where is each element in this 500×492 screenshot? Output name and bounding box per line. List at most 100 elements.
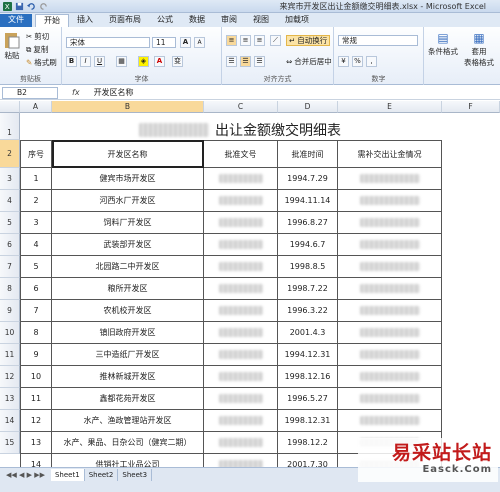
- cell-payment[interactable]: [338, 212, 442, 234]
- cell-name[interactable]: 健宾市场开发区: [52, 168, 204, 190]
- row-header[interactable]: 5: [0, 212, 20, 234]
- orientation-button[interactable]: ⟋: [270, 35, 281, 46]
- cell-approval-date[interactable]: 2001.4.3: [278, 322, 338, 344]
- cell-payment[interactable]: [338, 322, 442, 344]
- name-box[interactable]: B2: [2, 86, 58, 99]
- cell-approval-no[interactable]: [204, 432, 278, 454]
- column-header-d[interactable]: D: [278, 101, 338, 113]
- row-header[interactable]: 13: [0, 388, 20, 410]
- cell-approval-no[interactable]: [204, 388, 278, 410]
- cell-approval-date[interactable]: 1994.6.7: [278, 234, 338, 256]
- row-header[interactable]: 1: [0, 113, 20, 140]
- font-color-button[interactable]: A: [154, 56, 165, 67]
- column-header-c[interactable]: C: [204, 101, 278, 113]
- format-as-table-button[interactable]: ▦ 套用 表格格式: [464, 31, 494, 68]
- font-name-select[interactable]: 宋体: [66, 37, 150, 48]
- save-icon[interactable]: [15, 2, 24, 11]
- sheet-tab-2[interactable]: Sheet2: [85, 468, 119, 481]
- row-header[interactable]: 7: [0, 256, 20, 278]
- cell-approval-no[interactable]: [204, 344, 278, 366]
- header-cell-approval-no[interactable]: 批准文号: [204, 140, 278, 168]
- cell-no[interactable]: 11: [20, 388, 52, 410]
- cell-name[interactable]: 农机校开发区: [52, 300, 204, 322]
- cell-approval-date[interactable]: 1996.5.27: [278, 388, 338, 410]
- row-header[interactable]: 8: [0, 278, 20, 300]
- currency-button[interactable]: ¥: [338, 56, 349, 67]
- cell-name[interactable]: 鑫都花苑开发区: [52, 388, 204, 410]
- cell-approval-date[interactable]: 1996.8.27: [278, 212, 338, 234]
- cell-name[interactable]: 水产、渔政管理站开发区: [52, 410, 204, 432]
- tab-home[interactable]: 开始: [35, 14, 69, 27]
- align-left-button[interactable]: ☰: [226, 56, 237, 67]
- middle-align-button[interactable]: ≡: [240, 35, 251, 46]
- cell-approval-no[interactable]: [204, 322, 278, 344]
- tab-formulas[interactable]: 公式: [149, 14, 181, 27]
- cell-approval-no[interactable]: [204, 190, 278, 212]
- cell-payment[interactable]: [338, 344, 442, 366]
- cell-payment[interactable]: [338, 410, 442, 432]
- cell-payment[interactable]: [338, 278, 442, 300]
- paste-button[interactable]: 粘贴: [4, 31, 20, 61]
- cell-approval-no[interactable]: [204, 256, 278, 278]
- tab-file[interactable]: 文件: [0, 14, 32, 27]
- row-header[interactable]: 10: [0, 322, 20, 344]
- cell-approval-date[interactable]: 1996.3.22: [278, 300, 338, 322]
- cell-no[interactable]: 2: [20, 190, 52, 212]
- bottom-align-button[interactable]: ≡: [254, 35, 265, 46]
- select-all-corner[interactable]: [0, 101, 20, 113]
- align-center-button[interactable]: ☰: [240, 56, 251, 67]
- formula-input[interactable]: 开发区名称: [94, 87, 134, 98]
- cell-no[interactable]: 3: [20, 212, 52, 234]
- redo-icon[interactable]: [39, 2, 48, 11]
- header-cell-approval-date[interactable]: 批准时间: [278, 140, 338, 168]
- row-header[interactable]: 4: [0, 190, 20, 212]
- cell-approval-no[interactable]: [204, 366, 278, 388]
- cell-payment[interactable]: [338, 190, 442, 212]
- cell-no[interactable]: 7: [20, 300, 52, 322]
- copy-button[interactable]: ⧉ 复制: [26, 44, 48, 55]
- comma-button[interactable]: ,: [366, 56, 377, 67]
- column-header-f[interactable]: F: [442, 101, 500, 113]
- tab-addins[interactable]: 加载项: [277, 14, 317, 27]
- cell-no[interactable]: 1: [20, 168, 52, 190]
- column-header-b[interactable]: B: [52, 101, 204, 113]
- borders-button[interactable]: ▦: [116, 56, 127, 67]
- row-header[interactable]: 2: [0, 140, 20, 168]
- underline-button[interactable]: U: [94, 56, 105, 67]
- cell-approval-no[interactable]: [204, 234, 278, 256]
- cell-approval-no[interactable]: [204, 168, 278, 190]
- row-header[interactable]: 6: [0, 234, 20, 256]
- cell-payment[interactable]: [338, 234, 442, 256]
- cell-approval-date[interactable]: 1998.12.2: [278, 432, 338, 454]
- cell-name[interactable]: 镇旧政府开发区: [52, 322, 204, 344]
- cell-no[interactable]: 10: [20, 366, 52, 388]
- grow-font-button[interactable]: A: [180, 37, 191, 48]
- cell-payment[interactable]: [338, 256, 442, 278]
- shrink-font-button[interactable]: A: [194, 37, 205, 48]
- cell-payment[interactable]: [338, 366, 442, 388]
- percent-button[interactable]: %: [352, 56, 363, 67]
- cell-name[interactable]: 粮所开发区: [52, 278, 204, 300]
- cell-approval-date[interactable]: 1998.12.16: [278, 366, 338, 388]
- cell-payment[interactable]: [338, 168, 442, 190]
- column-header-a[interactable]: A: [20, 101, 52, 113]
- undo-icon[interactable]: [27, 2, 36, 11]
- cut-button[interactable]: ✂ 剪切: [26, 31, 49, 42]
- cell-name[interactable]: 河西水厂开发区: [52, 190, 204, 212]
- row-header[interactable]: 15: [0, 432, 20, 454]
- tab-review[interactable]: 审阅: [213, 14, 245, 27]
- tab-view[interactable]: 视图: [245, 14, 277, 27]
- format-painter-button[interactable]: ✎ 格式刷: [26, 57, 57, 68]
- sheet-tab-1[interactable]: Sheet1: [50, 468, 85, 481]
- cell-no[interactable]: 9: [20, 344, 52, 366]
- cell-no[interactable]: 5: [20, 256, 52, 278]
- bold-button[interactable]: B: [66, 56, 77, 67]
- cell-approval-no[interactable]: [204, 212, 278, 234]
- cell-name[interactable]: 饲料厂开发区: [52, 212, 204, 234]
- align-right-button[interactable]: ☰: [254, 56, 265, 67]
- conditional-format-button[interactable]: ▤ 条件格式: [428, 31, 458, 57]
- tab-data[interactable]: 数据: [181, 14, 213, 27]
- cell-approval-date[interactable]: 1998.12.31: [278, 410, 338, 432]
- column-header-e[interactable]: E: [338, 101, 442, 113]
- merge-center-button[interactable]: ⇔ 合并后居中: [286, 56, 332, 67]
